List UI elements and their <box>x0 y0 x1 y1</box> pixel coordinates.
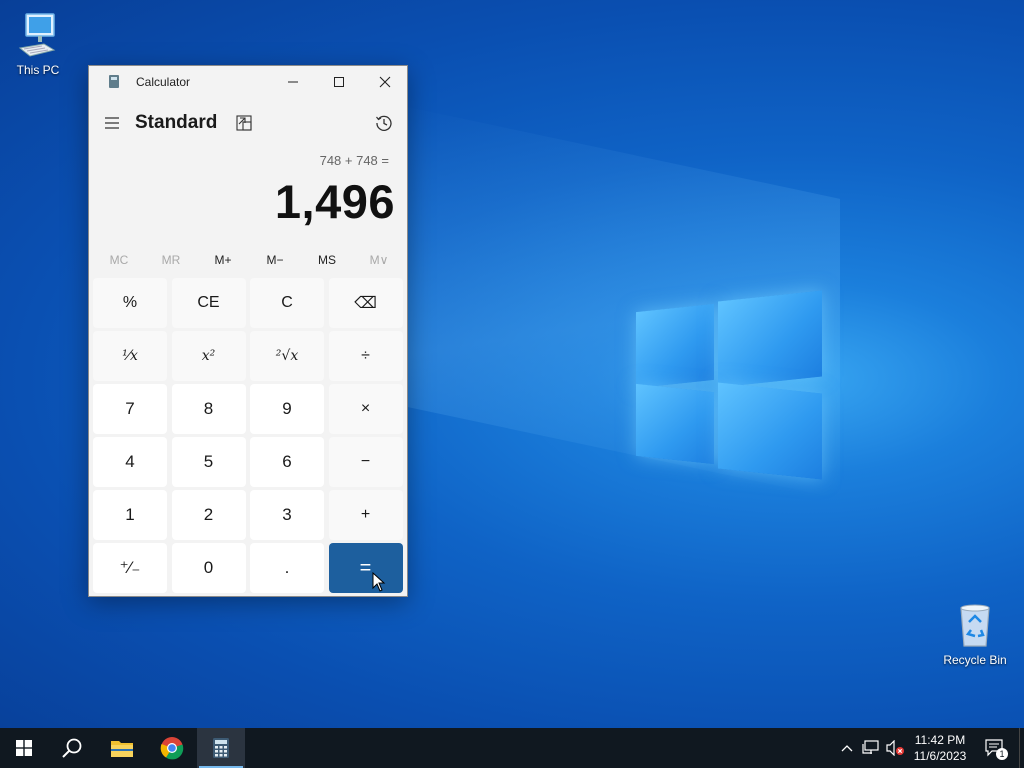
digit-7-button[interactable]: 7 <box>93 384 167 434</box>
digit-3-button[interactable]: 3 <box>250 490 324 540</box>
memory-list-button[interactable]: M∨ <box>353 246 405 274</box>
multiply-button[interactable]: × <box>328 384 403 434</box>
network-button[interactable] <box>860 728 882 768</box>
negate-button[interactable]: ⁺⁄₋ <box>93 543 167 593</box>
square-root-button[interactable]: ²√x <box>250 331 324 381</box>
desktop-icon-recycle-bin[interactable]: Recycle Bin <box>942 600 1008 667</box>
action-center-button[interactable]: 1 <box>980 728 1010 768</box>
digit-8-button[interactable]: 8 <box>171 384 246 434</box>
taskbar-clock[interactable]: 11:42 PM 11/6/2023 <box>906 732 974 764</box>
digit-1-button[interactable]: 1 <box>93 490 167 540</box>
show-hidden-icons-button[interactable] <box>838 728 856 768</box>
recycle-bin-icon <box>960 604 990 647</box>
add-button[interactable]: + <box>328 490 403 540</box>
square-button[interactable]: x² <box>171 331 246 381</box>
minimize-button[interactable] <box>270 66 316 98</box>
clear-entry-button[interactable]: CE <box>171 278 246 328</box>
title-bar[interactable]: Calculator <box>89 66 407 98</box>
equals-button[interactable]: = <box>328 543 403 593</box>
memory-add-button[interactable]: M+ <box>197 246 249 274</box>
windows-start-icon <box>16 740 32 756</box>
digit-5-button[interactable]: 5 <box>171 437 246 487</box>
memory-subtract-button[interactable]: M− <box>249 246 301 274</box>
reciprocal-label: ¹⁄x <box>122 348 138 364</box>
reciprocal-button[interactable]: ¹⁄x <box>93 331 167 381</box>
expression-display: 748 + 748 = <box>319 153 389 168</box>
history-button[interactable] <box>369 108 399 138</box>
memory-store-button[interactable]: MS <box>301 246 353 274</box>
decimal-button[interactable]: . <box>250 543 324 593</box>
digit-0-button[interactable]: 0 <box>171 543 246 593</box>
clear-button[interactable]: C <box>250 278 324 328</box>
taskbar-chrome[interactable] <box>148 728 196 768</box>
folder-icon <box>111 741 133 757</box>
digit-6-button[interactable]: 6 <box>250 437 324 487</box>
network-icon <box>862 740 879 754</box>
square-root-label: ²√x <box>275 348 299 364</box>
chevron-up-icon <box>841 745 853 752</box>
clock-date: 11/6/2023 <box>913 749 967 763</box>
percent-button[interactable]: % <box>93 278 167 328</box>
close-button[interactable] <box>362 66 408 98</box>
result-display: 1,496 <box>274 175 395 228</box>
memory-clear-button[interactable]: MC <box>93 246 145 274</box>
taskbar-file-explorer[interactable] <box>98 728 146 768</box>
window-title: Calculator <box>136 75 191 89</box>
desktop-icon-label: This PC <box>16 63 60 77</box>
taskbar: 11:42 PM 11/6/2023 1 <box>0 728 1024 768</box>
keep-on-top-button[interactable] <box>229 108 259 138</box>
divide-button[interactable]: ÷ <box>328 331 403 381</box>
volume-button[interactable] <box>884 728 906 768</box>
computer-icon <box>18 13 56 57</box>
minimize-icon <box>288 81 298 83</box>
calculator-window: Calculator Standard 748 + 748 = 1,496 MC… <box>88 65 408 597</box>
memory-recall-button[interactable]: MR <box>145 246 197 274</box>
notification-count-badge: 1 <box>996 748 1008 760</box>
navigation-menu-button[interactable] <box>97 108 127 138</box>
memory-row: MC MR M+ M− MS M∨ <box>93 246 405 274</box>
digit-2-button[interactable]: 2 <box>171 490 246 540</box>
maximize-button[interactable] <box>316 66 362 98</box>
digit-9-button[interactable]: 9 <box>250 384 324 434</box>
mode-title: Standard <box>135 112 218 133</box>
start-button[interactable] <box>0 728 48 768</box>
digit-4-button[interactable]: 4 <box>93 437 167 487</box>
calculator-header: Standard <box>89 106 407 146</box>
calculator-icon <box>213 738 229 758</box>
chrome-icon <box>160 737 184 760</box>
show-desktop-button[interactable] <box>1019 728 1020 768</box>
square-label: x² <box>201 348 216 364</box>
volume-muted-icon <box>886 740 904 756</box>
maximize-icon <box>334 77 344 87</box>
desktop-icon-label: Recycle Bin <box>943 653 1007 667</box>
hamburger-icon <box>105 117 119 129</box>
history-icon <box>376 115 392 131</box>
calculator-app-icon <box>109 75 119 88</box>
keep-on-top-icon <box>236 115 252 131</box>
mouse-cursor-icon <box>372 572 386 592</box>
desktop-icon-this-pc[interactable]: This PC <box>6 10 70 77</box>
backspace-button[interactable]: ⌫ <box>328 278 403 328</box>
taskbar-calculator[interactable] <box>197 728 245 768</box>
clock-time: 11:42 PM <box>914 733 966 747</box>
search-button[interactable] <box>48 728 96 768</box>
close-icon <box>379 76 391 88</box>
subtract-button[interactable]: − <box>328 437 403 487</box>
search-icon <box>62 738 82 758</box>
